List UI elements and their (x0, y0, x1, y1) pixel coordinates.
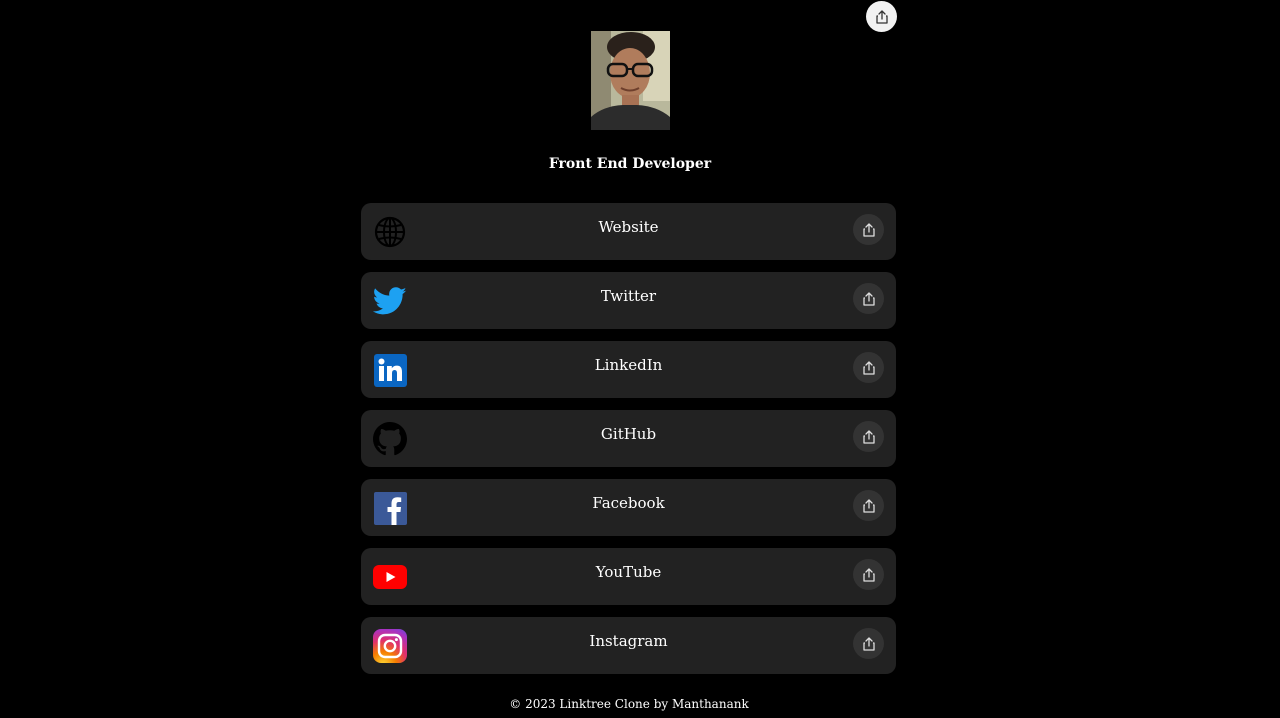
page-share-button[interactable] (866, 1, 897, 32)
footer-text: © 2023 Linktree Clone by Manthanank (509, 697, 749, 711)
link-label: Instagram (589, 632, 668, 650)
share-icon (862, 222, 875, 237)
share-icon (862, 636, 875, 651)
share-button[interactable] (853, 559, 884, 590)
links-list: Website Twitter LinkedIn GitHub Facebook… (361, 203, 896, 686)
share-icon (862, 498, 875, 513)
link-label: YouTube (595, 563, 662, 581)
share-icon (862, 429, 875, 444)
link-twitter[interactable]: Twitter (361, 272, 896, 329)
share-icon (862, 567, 875, 582)
profile-headline: Front End Developer (548, 156, 712, 172)
link-label: Facebook (592, 494, 665, 512)
link-instagram[interactable]: Instagram (361, 617, 896, 674)
profile-photo (591, 31, 670, 130)
link-label: Twitter (600, 287, 657, 305)
link-youtube[interactable]: YouTube (361, 548, 896, 605)
share-button[interactable] (853, 214, 884, 245)
avatar (591, 31, 670, 130)
link-website[interactable]: Website (361, 203, 896, 260)
share-button[interactable] (853, 421, 884, 452)
link-label: GitHub (600, 425, 657, 443)
link-label: LinkedIn (594, 356, 663, 374)
link-facebook[interactable]: Facebook (361, 479, 896, 536)
share-button[interactable] (853, 352, 884, 383)
link-label: Website (598, 218, 659, 236)
share-icon (862, 291, 875, 306)
share-icon (875, 9, 888, 24)
share-icon (862, 360, 875, 375)
share-button[interactable] (853, 628, 884, 659)
share-button[interactable] (853, 490, 884, 521)
link-github[interactable]: GitHub (361, 410, 896, 467)
share-button[interactable] (853, 283, 884, 314)
link-linkedin[interactable]: LinkedIn (361, 341, 896, 398)
